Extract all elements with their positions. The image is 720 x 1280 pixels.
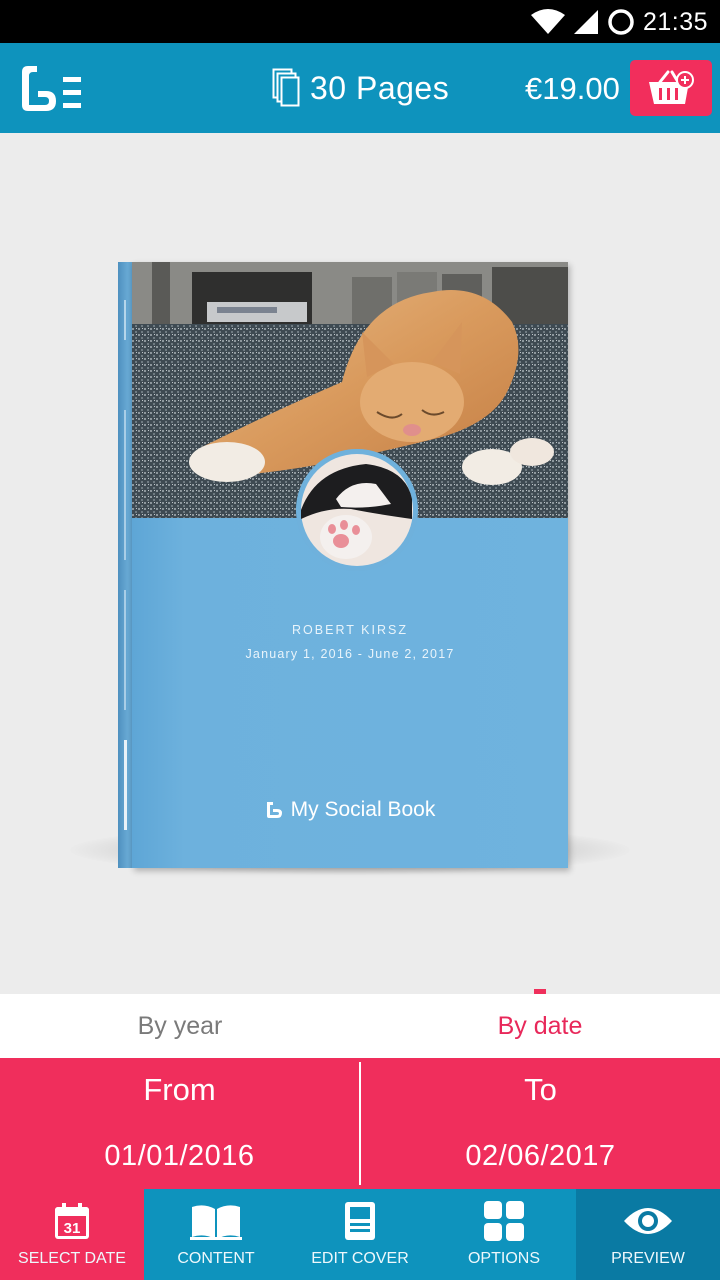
menu-logo-icon[interactable] <box>16 63 84 115</box>
nav-edit-cover-label: EDIT COVER <box>311 1250 409 1267</box>
battery-saver-icon <box>608 9 634 35</box>
cover-author: ROBERT KIRSZ <box>292 623 408 637</box>
brand-name: My Social Book <box>290 798 436 821</box>
status-time: 21:35 <box>642 7 708 36</box>
calendar-icon: 31 <box>55 1203 89 1239</box>
tab-by-year[interactable]: By year <box>0 994 360 1058</box>
tab-by-date[interactable]: By date <box>360 994 720 1058</box>
nav-options[interactable]: OPTIONS <box>432 1189 576 1280</box>
cell-signal-icon <box>573 10 598 34</box>
pages-icon <box>272 68 300 107</box>
cover-icon <box>345 1202 375 1240</box>
nav-options-label: OPTIONS <box>467 1250 540 1267</box>
nav-select-date-label: SELECT DATE <box>18 1250 126 1267</box>
nav-preview[interactable]: PREVIEW <box>576 1189 720 1280</box>
nav-content-label: CONTENT <box>177 1250 255 1267</box>
nav-edit-cover[interactable]: EDIT COVER <box>288 1189 432 1280</box>
eye-icon <box>624 1208 672 1234</box>
cover-date-range: January 1, 2016 - June 2, 2017 <box>245 647 455 661</box>
page-count: 30 Pages <box>272 65 449 111</box>
bottom-navigation: 31 SELECT DATE CONTENT EDIT COVER OPTION… <box>0 1189 720 1280</box>
book-cover[interactable]: ROBERT KIRSZ January 1, 2016 - June 2, 2… <box>132 262 568 868</box>
book-icon <box>190 1205 242 1240</box>
from-date-picker[interactable]: From 01/01/2016 <box>0 1058 359 1189</box>
to-label: To <box>524 1072 557 1107</box>
range-mode-tabs: By year By date <box>0 994 720 1058</box>
calendar-day: 31 <box>64 1220 81 1237</box>
pages-label: 30 Pages <box>310 69 450 106</box>
status-bar: 21:35 <box>0 0 720 43</box>
grid-icon <box>484 1201 524 1241</box>
brand-logo-icon <box>266 802 282 818</box>
app-bar: 30 Pages €19.00 <box>0 43 720 133</box>
nav-preview-label: PREVIEW <box>611 1250 685 1267</box>
spine-decoration <box>124 300 127 830</box>
price-label: €19.00 <box>525 71 620 106</box>
from-value[interactable]: 01/01/2016 <box>0 1140 359 1173</box>
nav-content[interactable]: CONTENT <box>144 1189 288 1280</box>
add-to-cart-button[interactable] <box>630 60 712 116</box>
to-value[interactable]: 02/06/2017 <box>361 1140 720 1173</box>
basket-add-icon <box>649 70 694 104</box>
nav-select-date[interactable]: 31 SELECT DATE <box>0 1189 144 1280</box>
wifi-icon <box>530 9 565 34</box>
cover-avatar <box>296 449 418 571</box>
date-range-panel: From 01/01/2016 To 02/06/2017 <box>0 1058 720 1189</box>
cover-brand: My Social Book <box>132 798 568 822</box>
to-date-picker[interactable]: To 02/06/2017 <box>361 1058 720 1189</box>
from-label: From <box>143 1072 216 1107</box>
